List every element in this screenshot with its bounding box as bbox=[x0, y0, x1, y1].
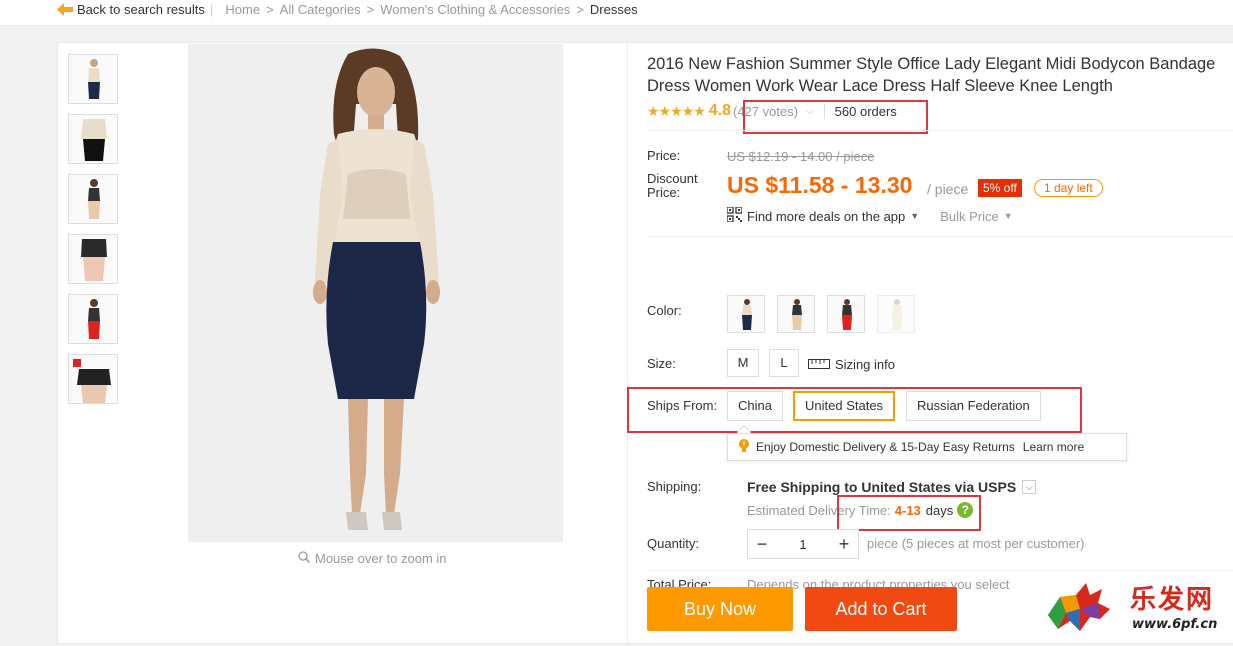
caret-down-icon[interactable]: ▼ bbox=[1004, 211, 1013, 221]
bulk-price-link[interactable]: Bulk Price bbox=[940, 209, 999, 224]
countdown-badge: 1 day left bbox=[1034, 179, 1103, 197]
app-deals-link[interactable]: Find more deals on the app bbox=[747, 209, 905, 224]
color-swatch-2[interactable] bbox=[777, 295, 815, 333]
top-bar: Back to search results | Home > All Cate… bbox=[0, 0, 1233, 26]
add-to-cart-button[interactable]: Add to Cart bbox=[805, 587, 957, 631]
back-to-search-link[interactable]: Back to search results bbox=[57, 2, 205, 17]
thumbnail-1[interactable] bbox=[68, 54, 118, 104]
caret-down-icon[interactable]: ▼ bbox=[910, 211, 919, 221]
quantity-note: piece (5 pieces at most per customer) bbox=[867, 536, 1085, 551]
breadcrumb-womens-clothing[interactable]: Women's Clothing & Accessories bbox=[380, 2, 570, 17]
thumbnail-4[interactable] bbox=[68, 234, 118, 284]
thumbnail-6[interactable] bbox=[68, 354, 118, 404]
magnifier-icon bbox=[298, 551, 311, 566]
sizing-info-link[interactable]: Sizing info bbox=[808, 357, 895, 372]
domestic-delivery-tip: Enjoy Domestic Delivery & 15-Day Easy Re… bbox=[727, 433, 1127, 461]
size-label: Size: bbox=[647, 356, 676, 371]
original-price: US $12.19 - 14.00 / piece bbox=[727, 149, 875, 164]
per-piece-unit: / piece bbox=[927, 181, 969, 197]
price-label: Price: bbox=[647, 148, 681, 163]
product-panel: Mouse over to zoom in 2016 New Fashion S… bbox=[57, 42, 1233, 645]
variant-selector: Color: Size: M L Sizing info Ships From:… bbox=[627, 237, 1233, 592]
star-rating-icon: ★★★★★ bbox=[647, 102, 706, 119]
color-swatch-3[interactable] bbox=[827, 295, 865, 333]
rating-value: 4.8 bbox=[708, 102, 732, 119]
breadcrumb-home[interactable]: Home bbox=[225, 2, 260, 17]
color-swatch-4[interactable] bbox=[877, 295, 915, 333]
divider bbox=[647, 130, 1233, 131]
shipping-method[interactable]: Free Shipping to United States via USPS … bbox=[747, 479, 1037, 495]
discount-price: US $11.58 - 13.30 bbox=[727, 172, 913, 198]
size-option-l[interactable]: L bbox=[769, 349, 799, 377]
thumbnail-list bbox=[68, 54, 118, 414]
breadcrumb: | Home > All Categories > Women's Clothi… bbox=[210, 2, 638, 17]
highlight-box-delivery bbox=[837, 495, 981, 531]
product-main-image[interactable] bbox=[188, 44, 563, 542]
quantity-stepper: − 1 + bbox=[747, 529, 859, 559]
watermark-cn-text: 乐发网 bbox=[1130, 585, 1215, 615]
back-arrow-icon bbox=[57, 3, 73, 16]
quantity-increase-button[interactable]: + bbox=[830, 534, 858, 555]
back-label: Back to search results bbox=[77, 2, 205, 17]
zoom-hint-text: Mouse over to zoom in bbox=[315, 551, 447, 566]
breadcrumb-dresses[interactable]: Dresses bbox=[590, 2, 638, 17]
buy-now-button[interactable]: Buy Now bbox=[647, 587, 793, 631]
divider bbox=[647, 570, 1233, 571]
ruler-icon bbox=[808, 357, 830, 372]
quantity-label: Quantity: bbox=[647, 536, 700, 551]
size-option-m[interactable]: M bbox=[727, 349, 759, 377]
breadcrumb-all-categories[interactable]: All Categories bbox=[280, 2, 361, 17]
color-swatch-1[interactable] bbox=[727, 295, 765, 333]
learn-more-link[interactable]: Learn more bbox=[1023, 440, 1084, 454]
quantity-input[interactable]: 1 bbox=[776, 537, 830, 552]
qr-code-icon bbox=[726, 206, 743, 225]
thumbnail-3[interactable] bbox=[68, 174, 118, 224]
product-title: 2016 New Fashion Summer Style Office Lad… bbox=[647, 55, 1216, 95]
thumbnail-2[interactable] bbox=[68, 114, 118, 164]
highlight-box-ships-from bbox=[627, 387, 1082, 433]
color-label: Color: bbox=[647, 303, 682, 318]
discount-price-label: Discount Price: bbox=[647, 171, 698, 200]
thumbnail-5[interactable] bbox=[68, 294, 118, 344]
watermark-url: www.6pf.cn bbox=[1132, 617, 1218, 632]
bull-logo-icon bbox=[1048, 583, 1110, 631]
highlight-box-orders bbox=[743, 100, 928, 134]
shipping-label: Shipping: bbox=[647, 479, 702, 494]
app-deals-row: Find more deals on the app ▼ Bulk Price … bbox=[726, 206, 1013, 225]
watermark-logo: 乐发网 www.6pf.cn bbox=[1040, 575, 1230, 641]
quantity-decrease-button[interactable]: − bbox=[748, 534, 776, 555]
chevron-down-icon[interactable]: ⌵ bbox=[1022, 480, 1037, 494]
discount-badge: 5% off bbox=[978, 179, 1022, 197]
zoom-hint: Mouse over to zoom in bbox=[298, 551, 447, 566]
lightbulb-icon bbox=[738, 438, 750, 456]
